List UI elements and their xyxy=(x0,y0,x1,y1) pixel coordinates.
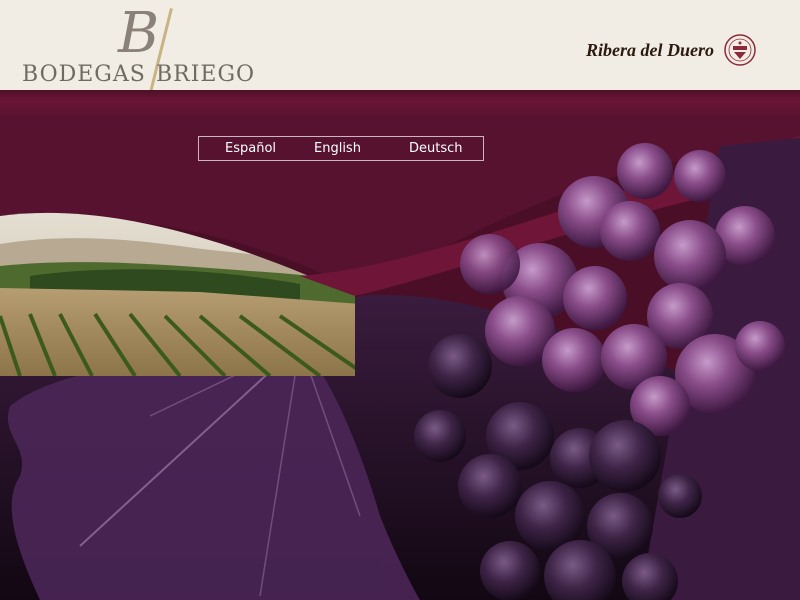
background-artwork xyxy=(0,116,800,600)
denomination-label: Ribera del Duero xyxy=(586,40,714,60)
ribera-del-duero-seal-icon xyxy=(724,34,756,66)
language-link-german[interactable]: Deutsch xyxy=(409,141,463,156)
logo-name-left: BODEGAS xyxy=(22,62,146,87)
header: B BODEGAS BRIEGO Ribera del Duero xyxy=(0,0,800,93)
logo-name-right: BRIEGO xyxy=(156,62,256,87)
splash-page: B BODEGAS BRIEGO Ribera del Duero Españo… xyxy=(0,0,800,600)
language-link-english[interactable]: English xyxy=(314,141,361,156)
bodegas-briego-logo[interactable]: B BODEGAS BRIEGO xyxy=(20,1,260,93)
logo-monogram: B xyxy=(118,1,160,66)
language-menu: Español English Deutsch xyxy=(198,136,484,161)
header-bar xyxy=(0,90,800,116)
language-link-spanish[interactable]: Español xyxy=(225,141,276,156)
